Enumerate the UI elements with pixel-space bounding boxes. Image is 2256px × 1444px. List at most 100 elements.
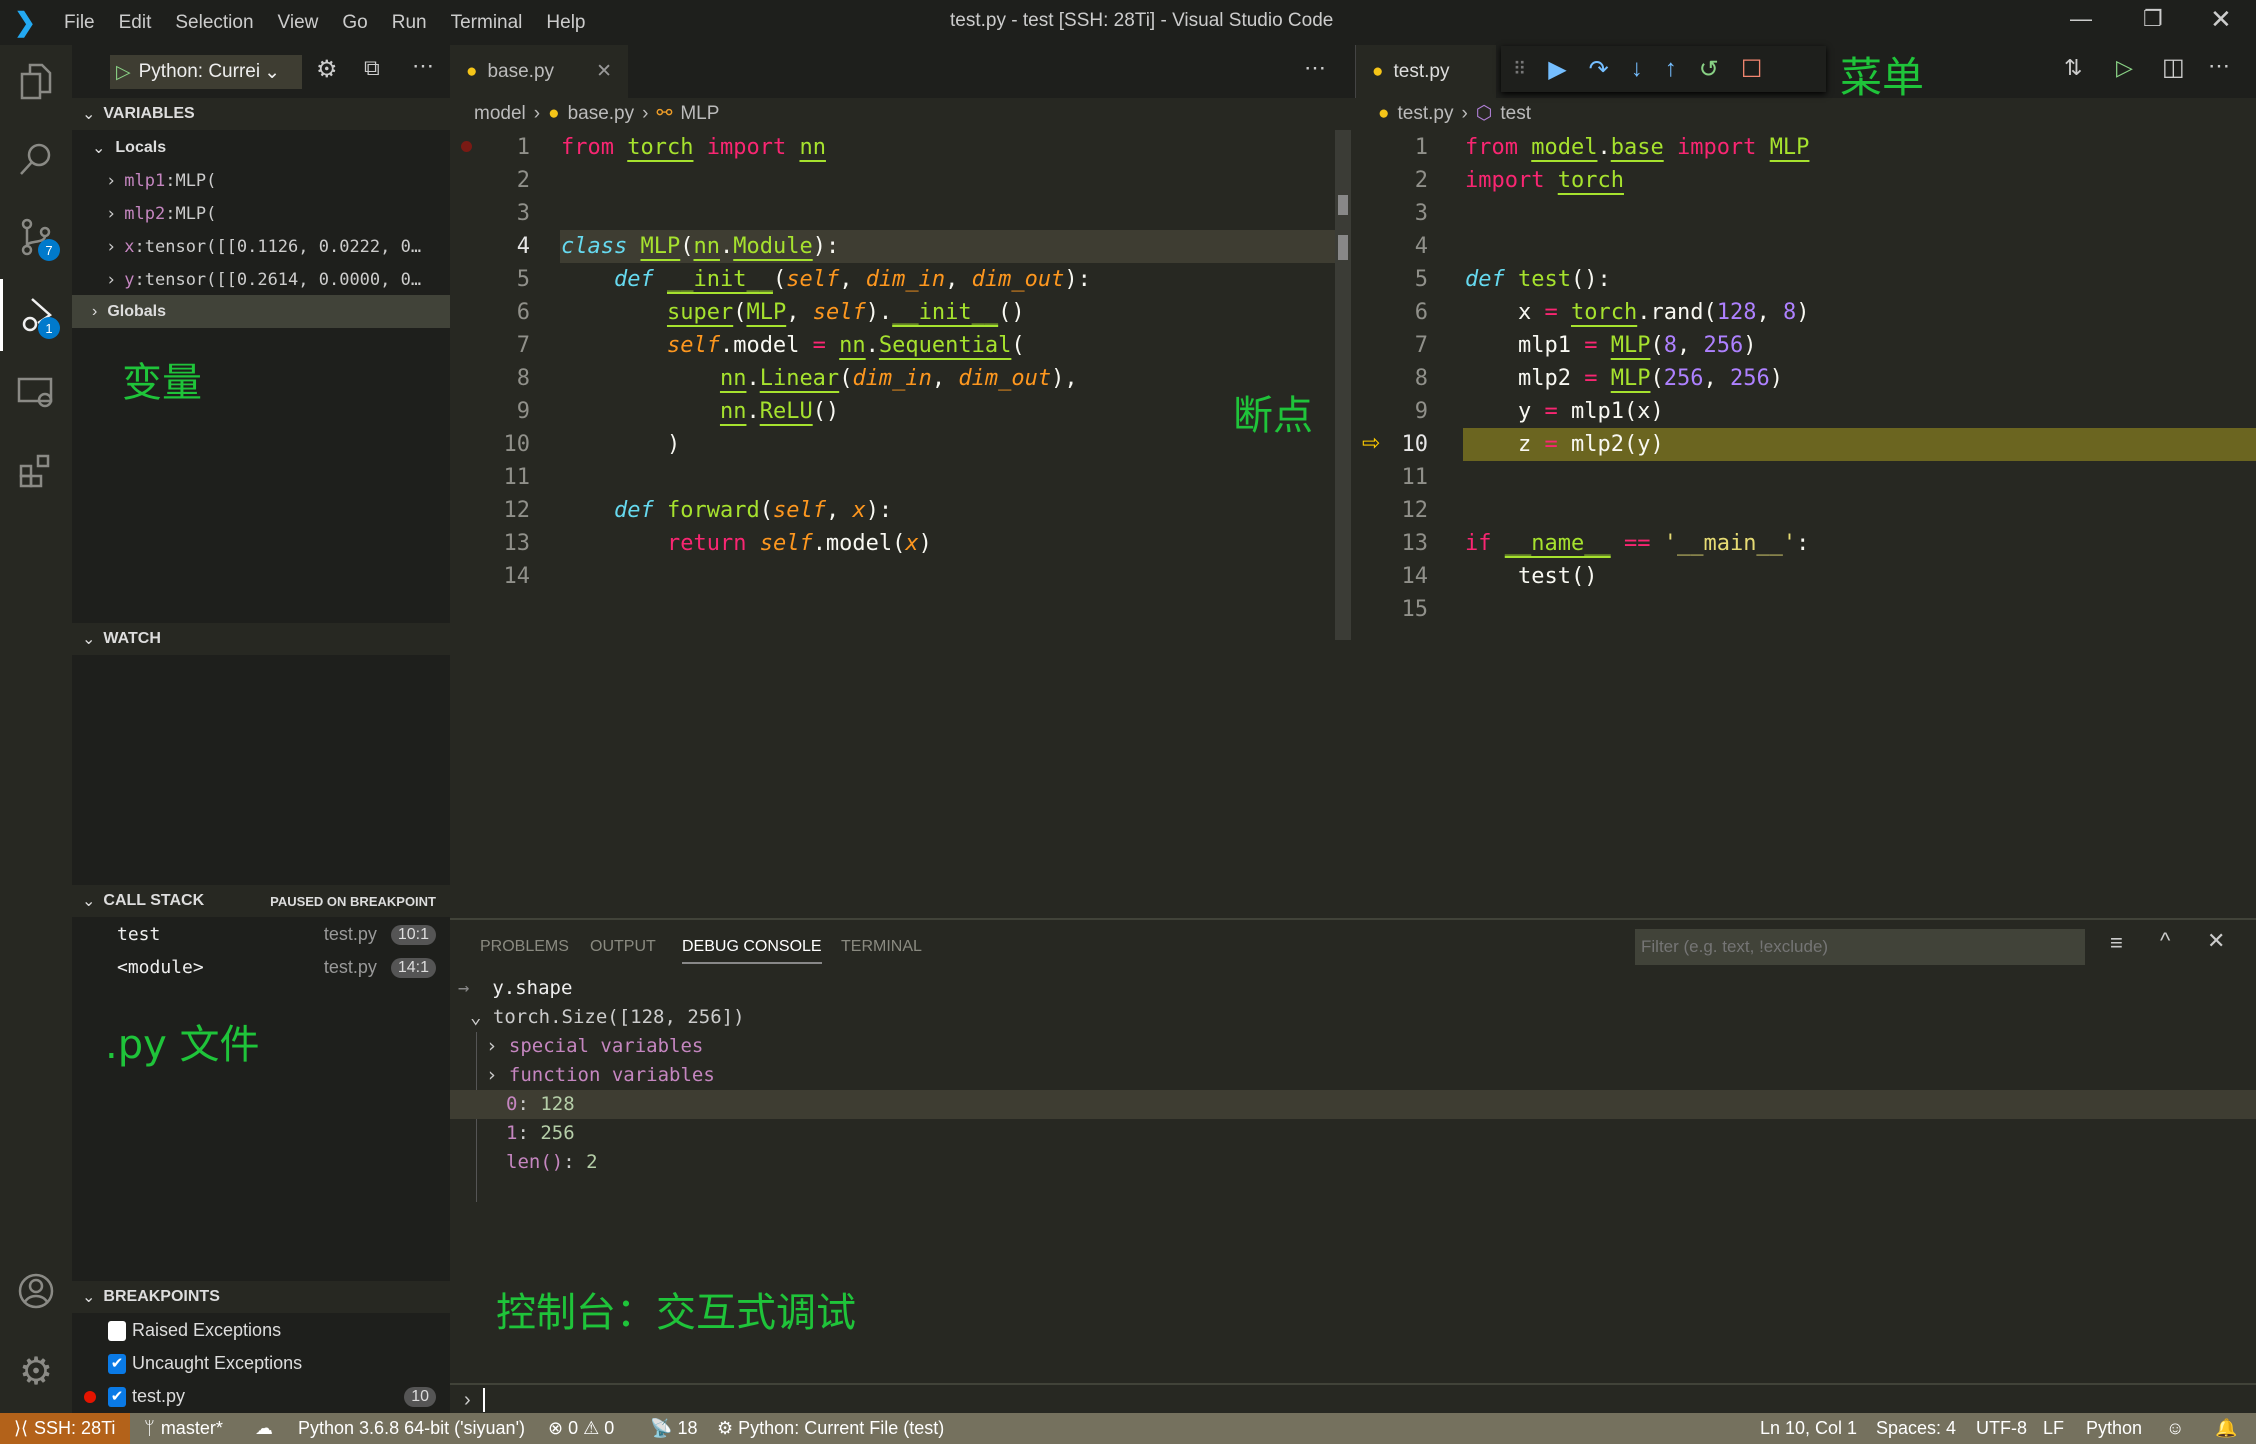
code-token: ( xyxy=(733,300,747,325)
close-panel-icon[interactable]: ✕ xyxy=(2207,928,2225,954)
account-icon[interactable] xyxy=(0,1255,72,1327)
sync-icon[interactable]: ☁ xyxy=(255,1413,273,1444)
source-control-icon[interactable]: 7 xyxy=(0,201,72,273)
python-interpreter[interactable]: Python 3.6.8 64-bit ('siyuan') xyxy=(298,1413,525,1444)
left-code[interactable]: from torch import nn class MLP(nn.Module)… xyxy=(561,131,1091,593)
remote-indicator[interactable]: ⟩⟨ SSH: 28Ti xyxy=(0,1413,130,1444)
breakpoint-raised-exceptions[interactable]: Raised Exceptions xyxy=(72,1314,450,1347)
more-actions-icon[interactable]: ⋯ xyxy=(1304,55,1326,81)
gear-icon[interactable]: ⚙ xyxy=(316,55,338,84)
checkbox-checked[interactable]: ✔ xyxy=(108,1386,126,1407)
stop-icon[interactable]: ☐ xyxy=(1741,55,1763,84)
remote-explorer-icon[interactable] xyxy=(0,357,72,429)
notifications-bell-icon[interactable]: 🔔 xyxy=(2215,1413,2237,1444)
menu-terminal[interactable]: Terminal xyxy=(451,12,523,34)
variable-item[interactable]: › y: tensor([[0.2614, 0.0000, 0… xyxy=(72,263,450,296)
variable-item[interactable]: › mlp1: MLP( xyxy=(72,164,450,197)
tab-test-py[interactable]: ● test.py xyxy=(1356,45,1496,98)
tab-problems[interactable]: PROBLEMS xyxy=(480,938,569,956)
feedback-icon[interactable]: ☺ xyxy=(2166,1413,2184,1444)
breakpoint-uncaught-exceptions[interactable]: ✔ Uncaught Exceptions xyxy=(72,1347,450,1380)
indentation[interactable]: Spaces: 4 xyxy=(1876,1413,1956,1444)
end-of-line[interactable]: LF xyxy=(2043,1413,2064,1444)
run-file-icon[interactable]: ▷ xyxy=(2116,55,2133,81)
menu-view[interactable]: View xyxy=(278,12,319,34)
menu-help[interactable]: Help xyxy=(546,12,585,34)
search-icon[interactable] xyxy=(0,123,72,195)
locals-scope[interactable]: ⌄ Locals xyxy=(72,131,450,164)
broadcast-icon: 📡 xyxy=(650,1418,673,1438)
close-window-button[interactable]: ✕ xyxy=(2210,4,2232,35)
maximize-panel-icon[interactable]: ^ xyxy=(2160,928,2170,954)
variable-item[interactable]: › x: tensor([[0.1126, 0.0222, 0… xyxy=(72,230,450,263)
debug-config-select[interactable]: ▷ Python: Currei ⌄ xyxy=(110,55,302,89)
menu-go[interactable]: Go xyxy=(342,12,367,34)
console-item[interactable]: len(): 2 xyxy=(450,1148,2256,1177)
right-code[interactable]: from model.base import MLP import torch de… xyxy=(1465,131,1809,626)
start-debug-icon[interactable]: ▷ xyxy=(116,61,131,84)
console-item[interactable]: 1: 256 xyxy=(450,1119,2256,1148)
close-tab-icon[interactable]: ✕ xyxy=(596,60,612,83)
cursor-position[interactable]: Ln 10, Col 1 xyxy=(1760,1413,1857,1444)
console-result[interactable]: ⌄ torch.Size([128, 256]) xyxy=(450,1003,2256,1032)
tab-debug-console[interactable]: DEBUG CONSOLE xyxy=(682,938,822,964)
breakpoint-dot-icon[interactable] xyxy=(461,141,472,152)
step-into-icon[interactable]: ↓ xyxy=(1631,55,1643,83)
function-variables[interactable]: › function variables xyxy=(450,1061,2256,1090)
menu-file[interactable]: File xyxy=(64,12,95,34)
right-breadcrumb: ● test.py › ⬡ test xyxy=(1378,102,1532,125)
ports-indicator[interactable]: 📡 18 xyxy=(650,1413,697,1444)
watch-section-header[interactable]: ⌄ WATCH xyxy=(72,623,450,655)
debug-console-toggle-icon[interactable]: ⧉ xyxy=(364,55,380,81)
breadcrumb-file[interactable]: test.py xyxy=(1397,103,1453,125)
breadcrumb-symbol[interactable]: test xyxy=(1500,103,1531,125)
checkbox[interactable] xyxy=(108,1320,126,1341)
console-item[interactable]: 0: 128 xyxy=(450,1090,2256,1119)
variable-item[interactable]: › mlp2: MLP( xyxy=(72,197,450,230)
encoding[interactable]: UTF-8 xyxy=(1976,1413,2027,1444)
more-actions-icon[interactable]: ⋯ xyxy=(2208,53,2230,79)
breadcrumb-folder[interactable]: model xyxy=(474,103,526,125)
explorer-icon[interactable] xyxy=(0,45,72,117)
window-title: test.py - test [SSH: 28Ti] - Visual Stud… xyxy=(950,10,1334,31)
clear-console-icon[interactable]: ≡ xyxy=(2110,930,2123,956)
language-mode[interactable]: Python xyxy=(2086,1413,2142,1444)
breakpoint-test-py[interactable]: ✔ test.py 10 xyxy=(72,1380,450,1413)
split-editor-icon[interactable]: ◫ xyxy=(2162,53,2185,82)
settings-gear-icon[interactable]: ⚙ xyxy=(0,1335,72,1407)
debug-launch-config[interactable]: ⚙ Python: Current File (test) xyxy=(717,1413,944,1444)
breadcrumb-file[interactable]: base.py xyxy=(568,103,635,125)
continue-icon[interactable]: ▶ xyxy=(1548,55,1566,84)
variables-section-header[interactable]: ⌄ VARIABLES xyxy=(72,98,450,130)
more-actions-icon[interactable]: ⋯ xyxy=(412,53,434,79)
step-over-icon[interactable]: ↷ xyxy=(1589,55,1609,84)
tab-terminal[interactable]: TERMINAL xyxy=(841,938,922,956)
tab-output[interactable]: OUTPUT xyxy=(590,938,656,956)
menu-selection[interactable]: Selection xyxy=(175,12,253,34)
breakpoints-section-header[interactable]: ⌄ BREAKPOINTS xyxy=(72,1281,450,1313)
drag-handle-icon[interactable]: ⠿ xyxy=(1513,59,1526,80)
run-debug-icon[interactable]: 1 xyxy=(0,279,72,351)
special-variables[interactable]: › special variables xyxy=(450,1032,2256,1061)
console-filter-input[interactable] xyxy=(1635,929,2085,965)
open-changes-icon[interactable]: ⇅ xyxy=(2064,55,2082,81)
stack-frame[interactable]: test test.py 10:1 xyxy=(72,918,450,951)
tab-base-py[interactable]: ● base.py ✕ xyxy=(450,45,628,98)
checkbox-checked[interactable]: ✔ xyxy=(108,1353,126,1374)
minimize-button[interactable]: — xyxy=(2070,6,2092,32)
step-out-icon[interactable]: ↑ xyxy=(1665,55,1677,83)
globals-scope[interactable]: › Globals xyxy=(72,295,450,328)
restart-icon[interactable]: ↺ xyxy=(1699,55,1719,84)
console-repl-input[interactable]: › xyxy=(450,1385,2256,1415)
menu-run[interactable]: Run xyxy=(392,12,427,34)
extensions-icon[interactable] xyxy=(0,435,72,507)
menu-edit[interactable]: Edit xyxy=(119,12,152,34)
breadcrumb-symbol[interactable]: MLP xyxy=(680,103,719,125)
problems-indicator[interactable]: ⊗ 0 ⚠ 0 xyxy=(548,1413,614,1444)
git-branch[interactable]: ᛘ master* xyxy=(144,1413,223,1444)
callstack-section-header[interactable]: ⌄ CALL STACK PAUSED ON BREAKPOINT xyxy=(72,885,450,917)
restore-button[interactable]: ❐ xyxy=(2143,6,2163,32)
stack-frame[interactable]: <module> test.py 14:1 xyxy=(72,951,450,984)
watch-title: WATCH xyxy=(103,630,161,647)
